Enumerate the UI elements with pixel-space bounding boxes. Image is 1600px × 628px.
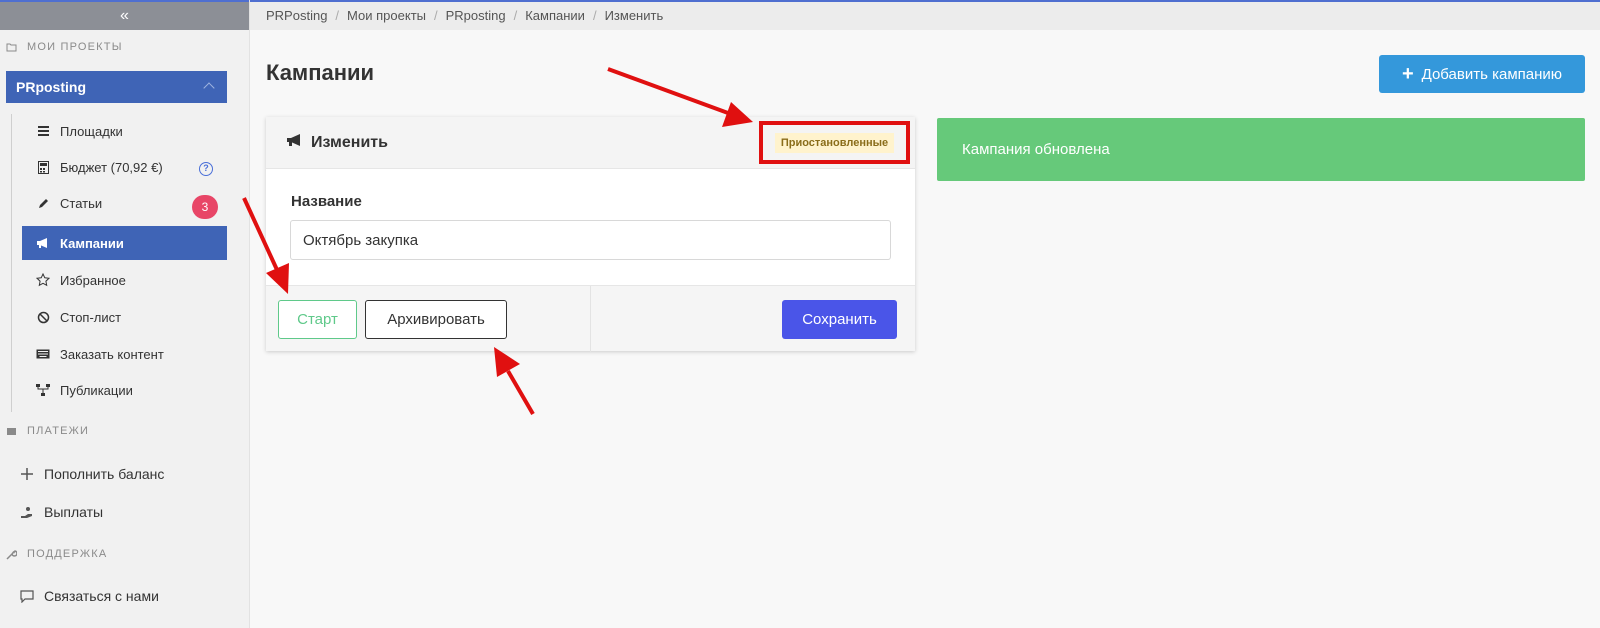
add-campaign-button[interactable]: + Добавить кампанию bbox=[1379, 55, 1585, 93]
section-label: МОИ ПРОЕКТЫ bbox=[27, 41, 123, 53]
breadcrumb-item[interactable]: Мои проекты bbox=[347, 8, 426, 23]
help-icon[interactable]: ? bbox=[199, 162, 213, 176]
sidebar-item-label: Публикации bbox=[60, 382, 133, 398]
sidebar-item-platforms[interactable]: Площадки bbox=[22, 114, 227, 148]
topup-label: Пополнить баланс bbox=[44, 466, 165, 482]
breadcrumb-item[interactable]: PRPosting bbox=[266, 8, 327, 23]
section-support: ПОДДЕРЖКА bbox=[6, 548, 107, 560]
section-label: ПОДДЕРЖКА bbox=[27, 548, 108, 560]
payouts-label: Выплаты bbox=[44, 504, 104, 520]
breadcrumb-separator: / bbox=[513, 8, 518, 23]
wallet-icon bbox=[6, 426, 17, 437]
megaphone-icon bbox=[286, 133, 303, 152]
project-name: PRposting bbox=[16, 79, 86, 95]
ban-icon bbox=[36, 310, 50, 324]
chat-icon bbox=[20, 589, 34, 603]
sidebar-item-stoplist[interactable]: Стоп-лист bbox=[22, 300, 227, 334]
chevron-up-icon bbox=[203, 82, 215, 94]
list-icon bbox=[36, 124, 50, 138]
wrench-icon bbox=[6, 549, 18, 560]
plus-icon bbox=[20, 467, 34, 481]
topup-balance-link[interactable]: Пополнить баланс bbox=[20, 466, 164, 482]
section-label: ПЛАТЕЖИ bbox=[27, 425, 90, 437]
sidebar: « МОИ ПРОЕКТЫ PRposting Площадки Бюджет … bbox=[0, 0, 250, 628]
collapse-sidebar-button[interactable]: « bbox=[0, 0, 249, 30]
breadcrumb-current: Изменить bbox=[604, 8, 664, 23]
contact-label: Связаться с нами bbox=[44, 588, 159, 604]
sidebar-item-order-content[interactable]: Заказать контент bbox=[22, 337, 227, 371]
card-footer: Старт Архивировать Сохранить bbox=[266, 285, 915, 352]
success-alert: Кампания обновлена bbox=[937, 118, 1585, 181]
breadcrumb-separator: / bbox=[434, 8, 438, 23]
sidebar-item-favorites[interactable]: Избранное bbox=[22, 263, 227, 297]
section-my-projects: МОИ ПРОЕКТЫ bbox=[6, 41, 123, 53]
card-header: Изменить Приостановленные bbox=[266, 117, 915, 169]
star-icon bbox=[36, 273, 50, 287]
pencil-icon bbox=[36, 196, 50, 210]
campaign-name-input[interactable] bbox=[290, 220, 891, 260]
sidebar-item-campaigns[interactable]: Кампании bbox=[22, 226, 227, 260]
page-title: Кампании bbox=[266, 60, 375, 85]
save-button[interactable]: Сохранить bbox=[782, 300, 897, 339]
sidebar-item-publications[interactable]: Публикации bbox=[22, 373, 227, 407]
plus-icon: + bbox=[1401, 63, 1414, 85]
hand-coin-icon bbox=[20, 505, 34, 519]
sidebar-item-label: Избранное bbox=[60, 272, 126, 288]
arrow-to-archive bbox=[494, 347, 535, 416]
name-field-label: Название bbox=[291, 193, 362, 210]
breadcrumb-separator: / bbox=[592, 8, 597, 23]
sidebar-item-label: Бюджет (70,92 €) bbox=[60, 159, 163, 175]
megaphone-icon bbox=[36, 236, 50, 250]
card-title: Изменить bbox=[311, 133, 388, 151]
footer-divider bbox=[590, 286, 591, 352]
articles-count-badge: 3 bbox=[192, 195, 218, 219]
breadcrumb-separator: / bbox=[335, 8, 340, 23]
sidebar-item-label: Заказать контент bbox=[60, 346, 164, 362]
tree-line bbox=[11, 114, 12, 412]
payouts-link[interactable]: Выплаты bbox=[20, 504, 103, 520]
sidebar-item-label: Кампании bbox=[60, 235, 124, 251]
add-campaign-label: Добавить кампанию bbox=[1421, 65, 1563, 83]
folder-icon bbox=[6, 42, 17, 53]
sidebar-item-label: Стоп-лист bbox=[60, 309, 122, 325]
sidebar-item-label: Площадки bbox=[60, 123, 123, 139]
breadcrumb: PRPosting / Мои проекты / PRposting / Кампании… bbox=[250, 0, 1600, 30]
section-payments: ПЛАТЕЖИ bbox=[6, 425, 89, 437]
breadcrumb-item[interactable]: PRposting bbox=[446, 8, 506, 23]
sidebar-item-label: Статьи bbox=[60, 195, 103, 211]
breadcrumb-item[interactable]: Кампании bbox=[525, 8, 585, 23]
status-badge: Приостановленные bbox=[774, 132, 895, 153]
project-toggle[interactable]: PRposting bbox=[6, 71, 227, 103]
contact-us-link[interactable]: Связаться с нами bbox=[20, 588, 159, 604]
edit-campaign-card: Изменить Приостановленные Название Старт… bbox=[266, 117, 915, 352]
status-highlight-box: Приостановленные bbox=[759, 121, 910, 164]
sidebar-item-budget[interactable]: Бюджет (70,92 €) bbox=[22, 150, 227, 184]
calculator-icon bbox=[36, 160, 50, 174]
start-button[interactable]: Старт bbox=[278, 300, 357, 339]
keyboard-icon bbox=[36, 347, 50, 361]
sitemap-icon bbox=[36, 383, 50, 397]
archive-button[interactable]: Архивировать bbox=[365, 300, 507, 339]
